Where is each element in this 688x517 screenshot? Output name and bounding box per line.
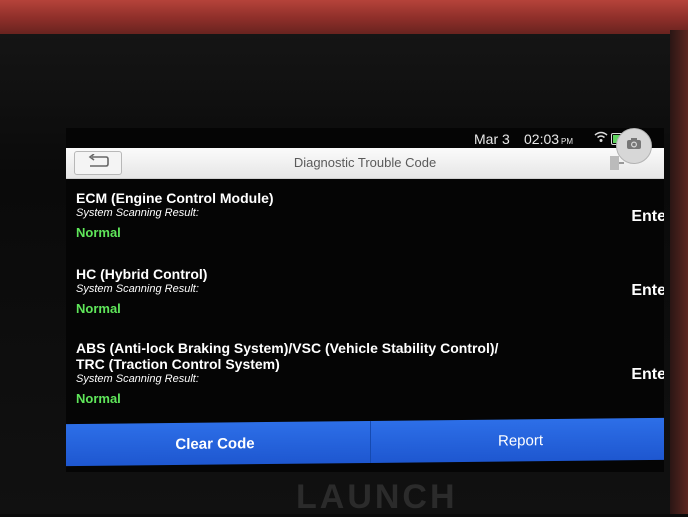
status-ampm: PM (561, 137, 574, 146)
module-name: HC (Hybrid Control) (76, 266, 208, 282)
enter-button-hc[interactable]: Enter > (631, 282, 664, 300)
report-button[interactable]: Report (370, 417, 664, 463)
scan-result-status: Normal (76, 225, 121, 240)
scan-result-status: Normal (76, 301, 121, 316)
scan-result-status: Normal (76, 391, 121, 406)
module-name: ECM (Engine Control Module) (76, 190, 274, 206)
module-name-line2: TRC (Traction Control System) (76, 356, 280, 372)
status-date: Mar 3 (474, 131, 510, 147)
scan-result-label: System Scanning Result: (76, 207, 199, 219)
status-time: 02:03 PM (524, 131, 573, 147)
device-case-side (670, 30, 688, 514)
scan-result-label: System Scanning Result: (76, 373, 199, 385)
title-bar: Diagnostic Trouble Code (66, 148, 664, 179)
list-item-ecm: ECM (Engine Control Module) System Scann… (76, 190, 664, 240)
wifi-icon (594, 130, 608, 146)
camera-icon (626, 137, 642, 155)
status-time-value: 02:03 (524, 131, 560, 147)
scan-result-label: System Scanning Result: (76, 283, 199, 295)
screenshot-camera-button[interactable] (616, 128, 652, 164)
brand-logo: LAUNCH (296, 478, 458, 516)
page-title: Diagnostic Trouble Code (293, 155, 437, 170)
device-screen: Mar 3 02:03 PM Diagnostic Trouble Code EC… (66, 128, 664, 472)
list-item-abs: ABS (Anti-lock Braking System)/VSC (Vehi… (76, 340, 664, 406)
status-bar: Mar 3 02:03 PM (66, 128, 664, 150)
clear-code-button[interactable]: Clear Code (66, 421, 369, 466)
enter-button-abs[interactable]: Enter > (631, 366, 664, 384)
module-name-line1: ABS (Anti-lock Braking System)/VSC (Vehi… (76, 340, 499, 356)
enter-button-ecm[interactable]: Enter > (631, 208, 664, 226)
list-item-hc: HC (Hybrid Control) System Scanning Resu… (76, 266, 664, 316)
action-bar: Clear Code Report (66, 417, 664, 467)
